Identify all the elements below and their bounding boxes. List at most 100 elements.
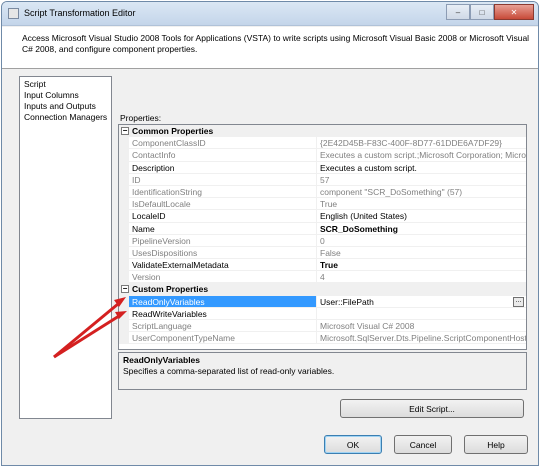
property-row[interactable]: IsDefaultLocale True: [119, 198, 526, 211]
row-margin: [119, 161, 129, 174]
property-value: Microsoft Visual C# 2008: [316, 320, 526, 333]
property-value[interactable]: Executes a custom script.: [316, 161, 526, 174]
row-margin: [119, 149, 129, 162]
property-name[interactable]: Description: [129, 162, 316, 174]
edit-script-button[interactable]: Edit Script...: [340, 399, 524, 418]
row-margin: [119, 271, 129, 284]
property-value-text: False: [320, 247, 341, 258]
row-margin: [119, 295, 129, 308]
property-name[interactable]: ValidateExternalMetadata: [129, 259, 316, 272]
property-value: 4: [316, 271, 526, 284]
property-value-text: True: [320, 260, 338, 271]
property-value-text: SCR_DoSomething: [320, 223, 398, 234]
property-name[interactable]: UserComponentTypeName: [129, 332, 316, 345]
maximize-button[interactable]: □: [470, 4, 494, 20]
property-row[interactable]: IdentificationString component "SCR_DoSom…: [119, 185, 526, 199]
property-name[interactable]: IdentificationString: [129, 186, 316, 199]
caption-buttons: – □ ✕: [446, 4, 534, 20]
property-value-text: 4: [320, 272, 325, 283]
property-value-text: True: [320, 199, 338, 210]
property-value: 0: [316, 234, 526, 247]
property-row[interactable]: UsesDispositions False: [119, 246, 526, 260]
property-name[interactable]: ReadWriteVariables: [129, 308, 316, 320]
property-value[interactable]: SCR_DoSomething: [316, 222, 526, 235]
property-value[interactable]: [316, 307, 526, 320]
row-margin: [119, 320, 129, 333]
property-name[interactable]: ScriptLanguage: [129, 320, 316, 333]
row-margin: [119, 198, 129, 211]
ellipsis-button[interactable]: ...: [513, 296, 524, 307]
collapse-toggle-icon[interactable]: −: [121, 127, 129, 135]
property-row[interactable]: PipelineVersion 0: [119, 234, 526, 247]
row-margin: [119, 332, 129, 345]
page-navigation-list: Script Input Columns Inputs and Outputs …: [19, 76, 112, 419]
property-row[interactable]: ComponentClassID {2E42D45B-F83C-400F-8D77…: [119, 137, 526, 150]
property-name[interactable]: LocaleID: [129, 210, 316, 223]
property-row[interactable]: ReadOnlyVariables User::FilePath...: [119, 295, 526, 308]
property-name[interactable]: ReadOnlyVariables: [129, 295, 316, 308]
property-value-text: User::FilePath: [320, 296, 374, 307]
property-value: True: [316, 198, 526, 211]
property-value: component "SCR_DoSomething" (57): [316, 185, 526, 199]
nav-item-input-columns[interactable]: Input Columns: [20, 90, 111, 101]
property-value[interactable]: English (United States): [316, 210, 526, 223]
header-description: Access Microsoft Visual Studio 2008 Tool…: [22, 33, 530, 54]
property-row[interactable]: Description Executes a custom script.: [119, 161, 526, 174]
category-custom-properties[interactable]: − Custom Properties: [119, 283, 526, 296]
property-name[interactable]: Version: [129, 271, 316, 284]
category-label: Custom Properties: [132, 284, 209, 295]
header-panel: Access Microsoft Visual Studio 2008 Tool…: [2, 27, 538, 69]
property-value-text: component "SCR_DoSomething" (57): [320, 186, 463, 197]
property-row[interactable]: ID 57: [119, 173, 526, 186]
property-name[interactable]: UsesDispositions: [129, 247, 316, 260]
close-button[interactable]: ✕: [494, 4, 534, 20]
property-value-text: Executes a custom script.;Microsoft Corp…: [320, 150, 526, 161]
row-margin: [119, 173, 129, 186]
property-value-text: 57: [320, 174, 330, 185]
property-name[interactable]: PipelineVersion: [129, 235, 316, 247]
nav-item-connection-managers[interactable]: Connection Managers: [20, 112, 111, 123]
property-value[interactable]: User::FilePath...: [316, 295, 526, 308]
row-margin: [119, 210, 129, 223]
property-row[interactable]: ValidateExternalMetadata True: [119, 259, 526, 272]
property-value-text: English (United States): [320, 211, 407, 222]
category-common-properties[interactable]: − Common Properties: [119, 125, 526, 138]
ok-button[interactable]: OK: [324, 435, 382, 454]
property-row[interactable]: UserComponentTypeName Microsoft.SqlServer…: [119, 332, 526, 345]
property-row[interactable]: ContactInfo Executes a custom script.;Mic…: [119, 149, 526, 162]
property-name[interactable]: ContactInfo: [129, 149, 316, 162]
collapse-toggle-icon[interactable]: −: [121, 285, 129, 294]
description-text: Specifies a comma-separated list of read…: [123, 366, 335, 376]
script-transformation-editor-window: Script Transformation Editor – □ ✕ Acces…: [1, 1, 539, 466]
app-icon: [8, 8, 19, 19]
title-bar[interactable]: Script Transformation Editor – □ ✕: [2, 2, 538, 26]
property-row[interactable]: ReadWriteVariables: [119, 307, 526, 320]
nav-item-script[interactable]: Script: [20, 79, 111, 90]
property-name[interactable]: IsDefaultLocale: [129, 198, 316, 211]
property-row[interactable]: LocaleID English (United States): [119, 210, 526, 223]
cancel-button[interactable]: Cancel: [394, 435, 452, 454]
property-row[interactable]: Version 4: [119, 271, 526, 284]
properties-label: Properties:: [120, 113, 162, 123]
row-margin: [119, 137, 129, 150]
property-value: 57: [316, 173, 526, 186]
property-name[interactable]: Name: [129, 223, 316, 235]
property-value: {2E42D45B-F83C-400F-8D77-61DDE6A7DF29}: [316, 137, 526, 150]
property-value[interactable]: True: [316, 259, 526, 272]
property-row[interactable]: ScriptLanguage Microsoft Visual C# 2008: [119, 320, 526, 333]
property-value-text: {2E42D45B-F83C-400F-8D77-61DDE6A7DF29}: [320, 138, 502, 149]
property-value-text: Microsoft Visual C# 2008: [320, 321, 415, 331]
row-margin: [119, 234, 129, 247]
property-row[interactable]: Name SCR_DoSomething: [119, 222, 526, 235]
help-button[interactable]: Help: [464, 435, 528, 454]
description-title: ReadOnlyVariables: [123, 355, 201, 365]
minimize-button[interactable]: –: [446, 4, 470, 20]
property-value-text: Microsoft.SqlServer.Dts.Pipeline.ScriptC…: [320, 333, 526, 344]
property-value-text: Executes a custom script.: [320, 162, 417, 173]
property-value: False: [316, 246, 526, 260]
property-name[interactable]: ComponentClassID: [129, 137, 316, 150]
category-label: Common Properties: [132, 126, 214, 136]
property-name[interactable]: ID: [129, 174, 316, 186]
nav-item-inputs-and-outputs[interactable]: Inputs and Outputs: [20, 101, 111, 112]
row-margin: [119, 185, 129, 199]
